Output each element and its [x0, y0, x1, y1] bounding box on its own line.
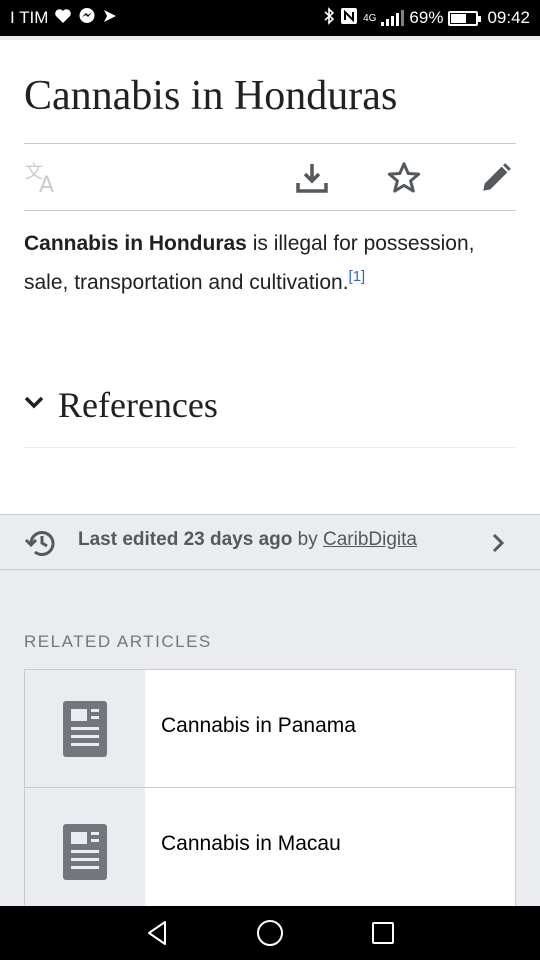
last-edited-bar[interactable]: Last edited 23 days ago by CaribDigita [0, 514, 540, 570]
status-bar: I TIM 4G 69% 09:42 [0, 0, 540, 36]
divider [24, 143, 516, 144]
related-article-title: Cannabis in Macau [161, 832, 341, 855]
related-article-title: Cannabis in Panama [161, 714, 356, 737]
related-article-card[interactable]: Cannabis in Panama [24, 669, 516, 788]
battery-icon [448, 10, 482, 26]
translate-icon[interactable]: 文 A [24, 158, 64, 198]
home-icon[interactable] [255, 918, 285, 948]
carrier-label: I TIM [10, 8, 49, 27]
messenger-icon [78, 7, 96, 29]
references-section-toggle[interactable]: References [24, 380, 516, 430]
article-thumbnail [25, 670, 145, 787]
page-actions-toolbar: 文 A [24, 150, 516, 204]
page-title: Cannabis in Honduras [24, 73, 398, 119]
related-articles-heading: RELATED ARTICLES [24, 632, 212, 651]
recents-icon[interactable] [368, 918, 398, 948]
reference-link[interactable]: [1] [349, 268, 366, 285]
signal-icon [381, 10, 405, 26]
heart-icon [54, 8, 72, 28]
document-icon [63, 824, 107, 880]
lead-bold-term: Cannabis in Honduras [24, 232, 247, 255]
article-thumbnail [25, 788, 145, 916]
header-divider [0, 36, 540, 40]
network-type: 4G [363, 12, 377, 24]
download-icon[interactable] [292, 158, 332, 198]
clock: 09:42 [487, 8, 530, 27]
back-icon[interactable] [142, 918, 172, 948]
last-edited-text: Last edited 23 days ago by CaribDigita [78, 529, 417, 551]
history-icon [24, 528, 58, 563]
bluetooth-icon [323, 7, 335, 29]
chevron-down-icon [24, 396, 44, 415]
system-navigation-bar [0, 906, 540, 960]
nfc-icon [340, 7, 358, 29]
star-icon[interactable] [384, 158, 424, 198]
app-icon [102, 8, 118, 28]
related-article-card[interactable]: Cannabis in Macau [24, 787, 516, 917]
editor-user-link[interactable]: CaribDigita [323, 529, 417, 550]
article-lead: Cannabis in Honduras is illegal for poss… [24, 224, 516, 302]
references-heading: References [58, 385, 218, 425]
svg-text:A: A [39, 173, 54, 194]
divider [24, 447, 516, 448]
divider [24, 210, 516, 211]
last-edited-by: by [292, 529, 323, 550]
last-edited-label: Last edited 23 days ago [78, 529, 293, 550]
battery-percent: 69% [409, 8, 444, 27]
edit-icon[interactable] [476, 158, 516, 198]
document-icon [63, 700, 107, 757]
chevron-right-icon [491, 533, 505, 558]
